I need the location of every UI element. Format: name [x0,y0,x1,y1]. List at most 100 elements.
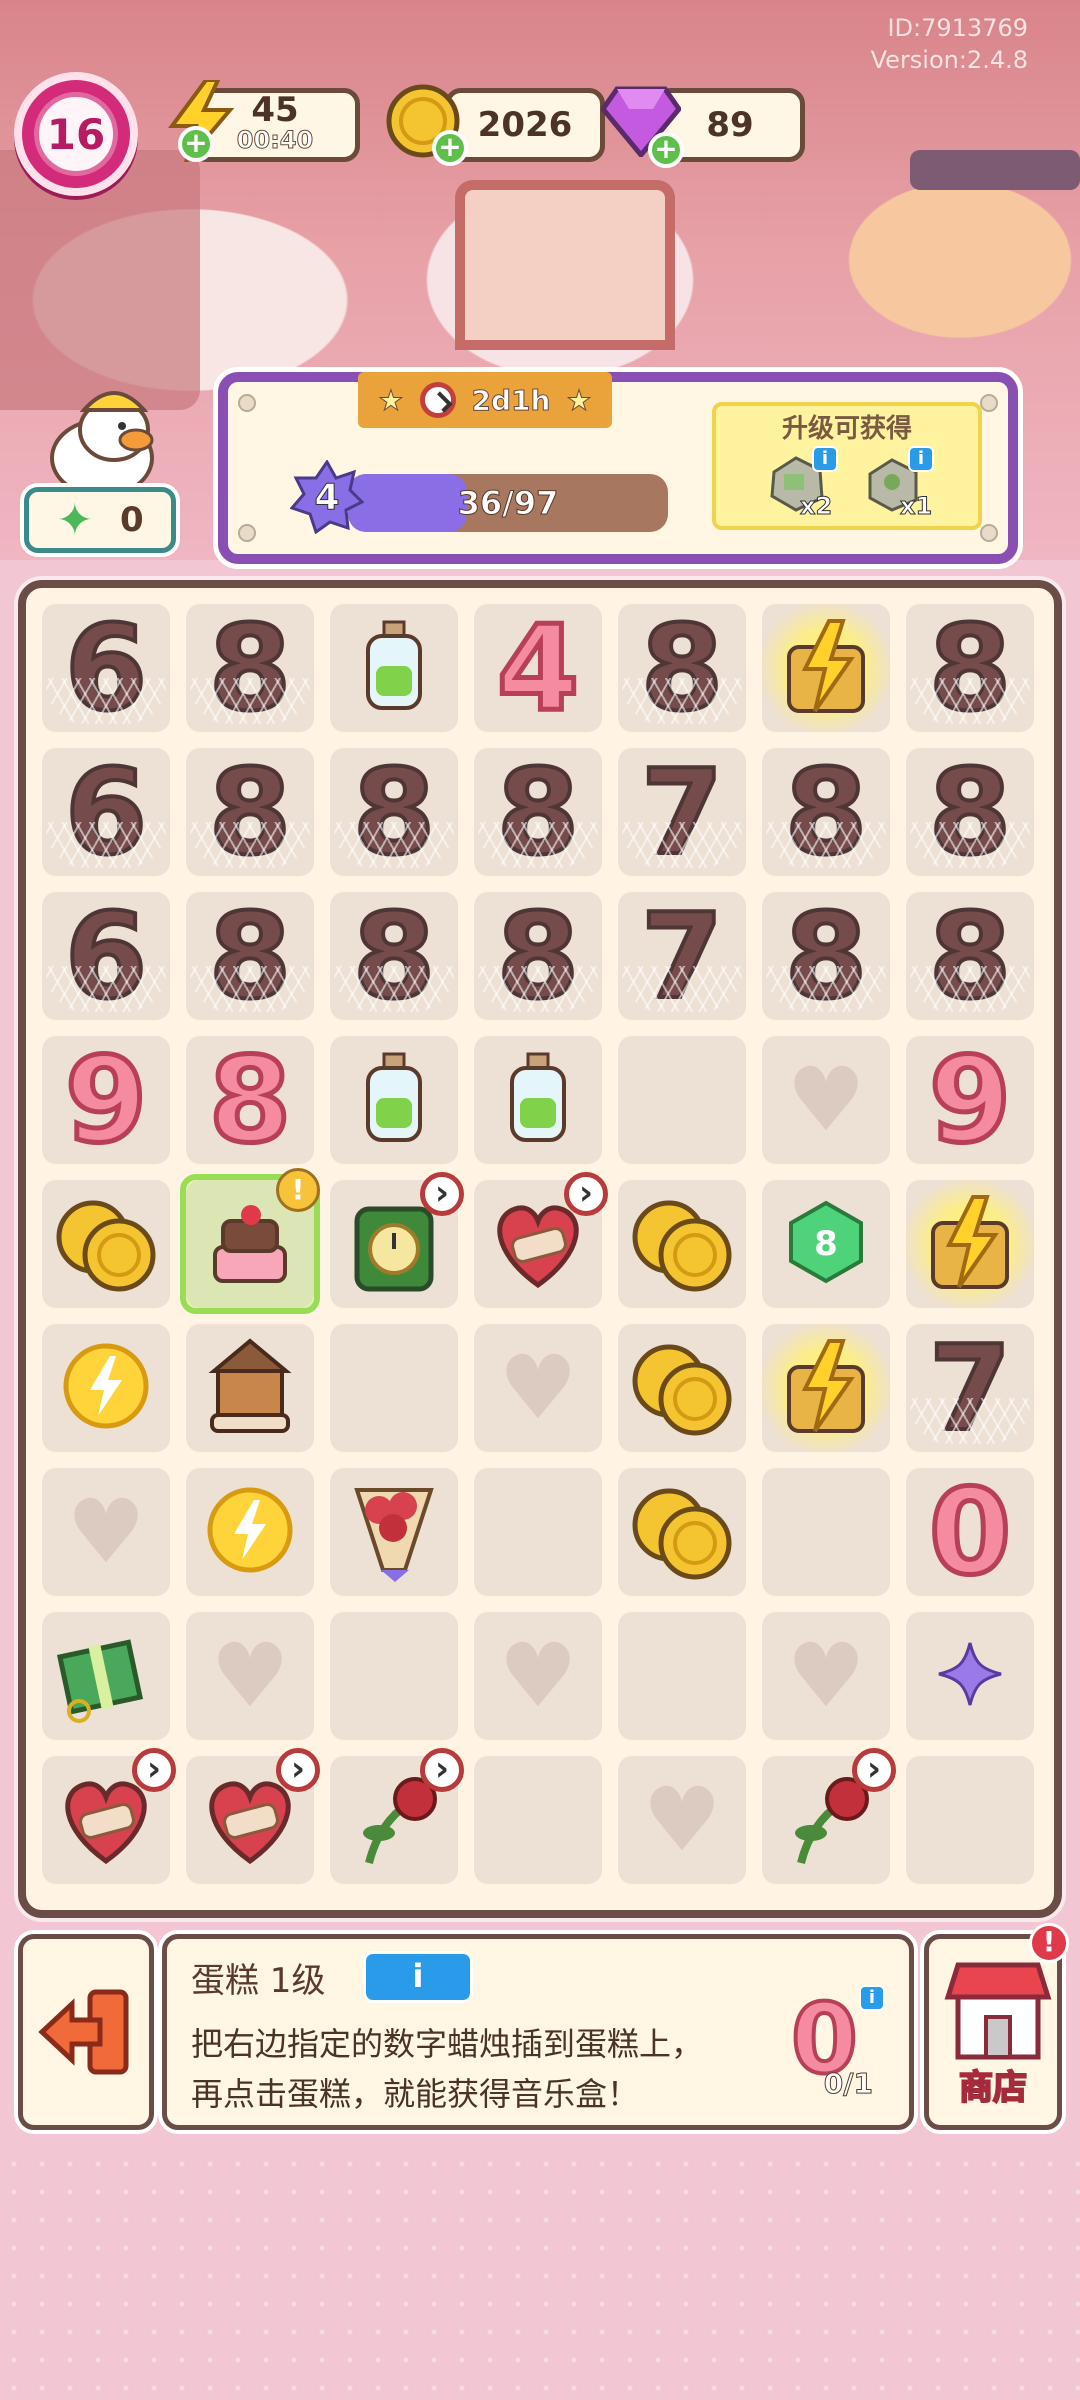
board-cell[interactable] [42,1748,176,1884]
board-cell[interactable]: 4 [474,604,602,732]
shop-button[interactable]: 商店 ! [924,1923,1069,2130]
coin-pile-icon[interactable] [618,1468,746,1596]
board-cell[interactable] [330,1036,458,1164]
board-cell[interactable]: 8 [762,748,890,876]
duck-mascot[interactable] [40,370,170,500]
locked-number-candle[interactable]: 6 [42,604,170,732]
board-cell[interactable] [186,1468,314,1596]
locked-number-candle[interactable]: 8 [762,892,890,1020]
locked-number-candle[interactable]: 7 [618,748,746,876]
board-cell[interactable] [618,1180,746,1308]
single-coin-icon[interactable] [618,1324,746,1452]
board-cell-heart[interactable] [762,1036,890,1164]
locked-number-candle[interactable]: 8 [906,892,1034,1020]
locked-number-candle[interactable]: 8 [186,748,314,876]
board-cell[interactable]: 6 [42,892,170,1020]
wilted-rose-icon[interactable] [330,1748,464,1884]
purple-star-icon[interactable] [906,1612,1034,1740]
pink-number-candle[interactable]: 9 [906,1036,1034,1164]
coin-counter[interactable]: 2026 [445,88,605,162]
board-cell-heart[interactable] [762,1612,890,1740]
board-cell[interactable]: 8 [330,748,458,876]
required-item-info-button[interactable]: i [859,1985,885,2011]
board-cell[interactable]: 8 [906,892,1034,1020]
add-gems-button[interactable]: + [648,132,684,168]
board-cell[interactable]: ! [180,1168,320,1314]
lightbulb-bottle-icon[interactable] [474,1036,602,1164]
board-cell-heart[interactable] [186,1612,314,1740]
board-cell[interactable] [330,1612,458,1740]
board-cell[interactable] [762,1468,890,1596]
board-cell[interactable]: 9 [42,1036,170,1164]
gummy-bear-jar-icon[interactable] [330,1036,458,1164]
add-coins-button[interactable]: + [432,130,468,166]
dark-generator-icon[interactable] [896,1170,1044,1318]
board-cell[interactable] [474,1468,602,1596]
coin-stack-icon[interactable] [618,1180,746,1308]
board-cell[interactable]: 8 [474,892,602,1020]
cake-generator-icon[interactable] [752,1314,900,1462]
player-level-badge[interactable]: 16 [14,72,138,196]
exit-button[interactable] [18,1934,154,2130]
pink-number-candle[interactable]: 8 [186,1036,314,1164]
reward-info-button[interactable]: i [908,446,934,472]
board-cell[interactable]: 7 [618,748,746,876]
locked-number-candle[interactable]: 8 [474,748,602,876]
board-cell[interactable] [618,1612,746,1740]
board-cell[interactable] [474,1756,602,1884]
board-cell[interactable] [330,1748,464,1884]
board-cell[interactable]: 8 [186,1036,314,1164]
locked-number-candle[interactable]: 8 [330,748,458,876]
board-cell[interactable] [42,1180,170,1308]
energy-orb-small-icon[interactable] [42,1324,170,1452]
board-cell[interactable]: 8 [186,604,314,732]
board-cell[interactable]: 8 [618,604,746,732]
green-potion-bottle-icon[interactable] [330,604,458,732]
board-cell[interactable] [906,1612,1034,1740]
two-coins-icon[interactable] [42,1180,170,1308]
board-cell-heart[interactable] [618,1756,746,1884]
board-cell[interactable]: 7 [618,892,746,1020]
bandaged-heart-icon[interactable] [42,1748,176,1884]
pink-number-candle[interactable]: 9 [42,1036,170,1164]
board-cell[interactable] [42,1612,170,1740]
board-cell[interactable] [474,1036,602,1164]
board-cell[interactable]: 7 [906,1324,1034,1452]
music-box-icon[interactable] [186,1324,314,1452]
board-cell[interactable]: 0 [906,1468,1034,1596]
item-info-button[interactable]: i [363,1951,473,2003]
board-cell[interactable] [330,1172,464,1308]
pink-number-candle[interactable]: 0 [906,1468,1034,1596]
board-cell[interactable] [186,1748,320,1884]
board-cell[interactable] [896,1170,1044,1318]
green-gem-8-icon[interactable]: 8 [762,1180,890,1308]
board-cell[interactable] [330,1324,458,1452]
board-cell[interactable] [474,1172,608,1308]
board-cell-heart[interactable] [474,1612,602,1740]
add-energy-button[interactable]: + [178,126,214,162]
cactus-generator-icon[interactable] [752,594,900,742]
board-cell[interactable] [330,604,458,732]
board-cell[interactable]: 8 [906,604,1034,732]
board-cell[interactable] [42,1324,170,1452]
energy-orb-large-icon[interactable] [186,1468,314,1596]
locked-number-candle[interactable]: 8 [330,892,458,1020]
locked-number-candle[interactable]: 6 [42,748,170,876]
locked-number-candle[interactable]: 8 [906,748,1034,876]
board-cell-heart[interactable] [474,1324,602,1452]
locked-number-candle[interactable]: 6 [42,892,170,1020]
locked-number-candle[interactable]: 8 [186,604,314,732]
board-cell[interactable]: 6 [42,604,170,732]
board-cell[interactable] [752,594,900,742]
board-cell[interactable]: 8 [186,892,314,1020]
level-up-reward-box[interactable]: 升级可获得 i x2 i x1 [712,402,982,530]
board-cell[interactable] [752,1314,900,1462]
board-cell[interactable]: 8 [474,748,602,876]
board-cell[interactable]: 8 [762,892,890,1020]
locked-number-candle[interactable]: 8 [186,892,314,1020]
board-cell[interactable] [618,1324,746,1452]
bandaged-heart-icon[interactable] [186,1748,320,1884]
locked-number-candle[interactable]: 8 [474,892,602,1020]
rose-bouquet-icon[interactable] [330,1468,458,1596]
locked-number-candle[interactable]: 8 [906,604,1034,732]
